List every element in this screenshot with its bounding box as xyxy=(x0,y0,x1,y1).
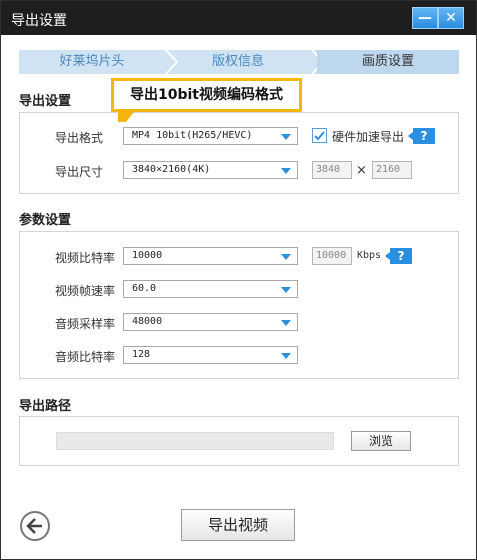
params-heading: 参数设置 xyxy=(19,213,72,228)
tab-copyright-info[interactable]: 版权信息 xyxy=(165,50,311,74)
audio-bitrate-select[interactable]: 128 xyxy=(123,346,298,364)
tab-quality-settings[interactable]: 画质设置 xyxy=(317,50,459,74)
export-path-field[interactable] xyxy=(56,432,334,450)
format-select-value: MP4 10bit(H265/HEVC) xyxy=(132,130,253,141)
audio-samplerate-select[interactable]: 48000 xyxy=(123,313,298,331)
export-video-button[interactable]: 导出视频 xyxy=(181,509,295,541)
tab-hollywood-intro[interactable]: 好莱坞片头 xyxy=(19,50,165,74)
video-bitrate-value: 10000 xyxy=(132,250,163,261)
video-bitrate-label: 视频比特率 xyxy=(55,251,116,265)
chevron-down-icon xyxy=(281,353,291,359)
chevron-down-icon xyxy=(281,168,291,174)
export-settings-heading: 导出设置 xyxy=(19,94,72,109)
chevron-down-icon xyxy=(281,134,291,140)
help-icon[interactable]: ? xyxy=(385,248,412,264)
chevron-down-icon xyxy=(281,254,291,260)
size-select[interactable]: 3840×2160(4K) xyxy=(123,161,298,179)
audio-samplerate-label: 音频采样率 xyxy=(55,317,116,331)
hw-accel-checkbox[interactable] xyxy=(312,128,327,143)
params-panel: 视频比特率 10000 10000 Kbps ? 视频帧速率 60.0 音频采样… xyxy=(19,231,459,379)
tooltip-10bit: 导出10bit视频编码格式 xyxy=(111,78,302,122)
width-field[interactable]: 3840 xyxy=(312,161,352,179)
help-icon[interactable]: ? xyxy=(408,128,435,144)
export-settings-panel: 导出格式 MP4 10bit(H265/HEVC) 硬件加速导出 ? 导出尺寸 … xyxy=(19,112,459,194)
path-heading: 导出路径 xyxy=(19,399,72,414)
video-bitrate-select[interactable]: 10000 xyxy=(123,247,298,265)
back-button[interactable] xyxy=(20,511,50,541)
chevron-down-icon xyxy=(281,287,291,293)
export-settings-window: 导出设置 — ✕ 好莱坞片头 版权信息 画质设置 导出设置 导出格式 MP4 1… xyxy=(0,0,477,560)
window-title: 导出设置 xyxy=(11,13,67,29)
height-field[interactable]: 2160 xyxy=(372,161,412,179)
checkmark-icon xyxy=(314,131,325,141)
audio-bitrate-label: 音频比特率 xyxy=(55,350,116,364)
framerate-label: 视频帧速率 xyxy=(55,284,116,298)
format-label: 导出格式 xyxy=(55,131,104,145)
audio-samplerate-value: 48000 xyxy=(132,316,163,327)
minimize-button[interactable]: — xyxy=(412,7,438,29)
framerate-value: 60.0 xyxy=(132,283,157,294)
video-bitrate-field[interactable]: 10000 xyxy=(312,247,352,265)
close-button[interactable]: ✕ xyxy=(438,7,464,29)
chevron-down-icon xyxy=(281,320,291,326)
arrow-left-icon xyxy=(26,518,42,534)
kbps-unit: Kbps xyxy=(357,250,382,261)
browse-button[interactable]: 浏览 xyxy=(351,431,411,451)
audio-bitrate-value: 128 xyxy=(132,349,151,360)
hw-accel-label: 硬件加速导出 xyxy=(332,130,405,144)
size-select-value: 3840×2160(4K) xyxy=(132,164,211,175)
tab-bar: 好莱坞片头 版权信息 画质设置 xyxy=(19,50,459,74)
framerate-select[interactable]: 60.0 xyxy=(123,280,298,298)
format-select[interactable]: MP4 10bit(H265/HEVC) xyxy=(123,127,298,145)
times-sign: × xyxy=(356,163,367,178)
title-bar: 导出设置 — ✕ xyxy=(1,1,476,35)
size-label: 导出尺寸 xyxy=(55,165,104,179)
